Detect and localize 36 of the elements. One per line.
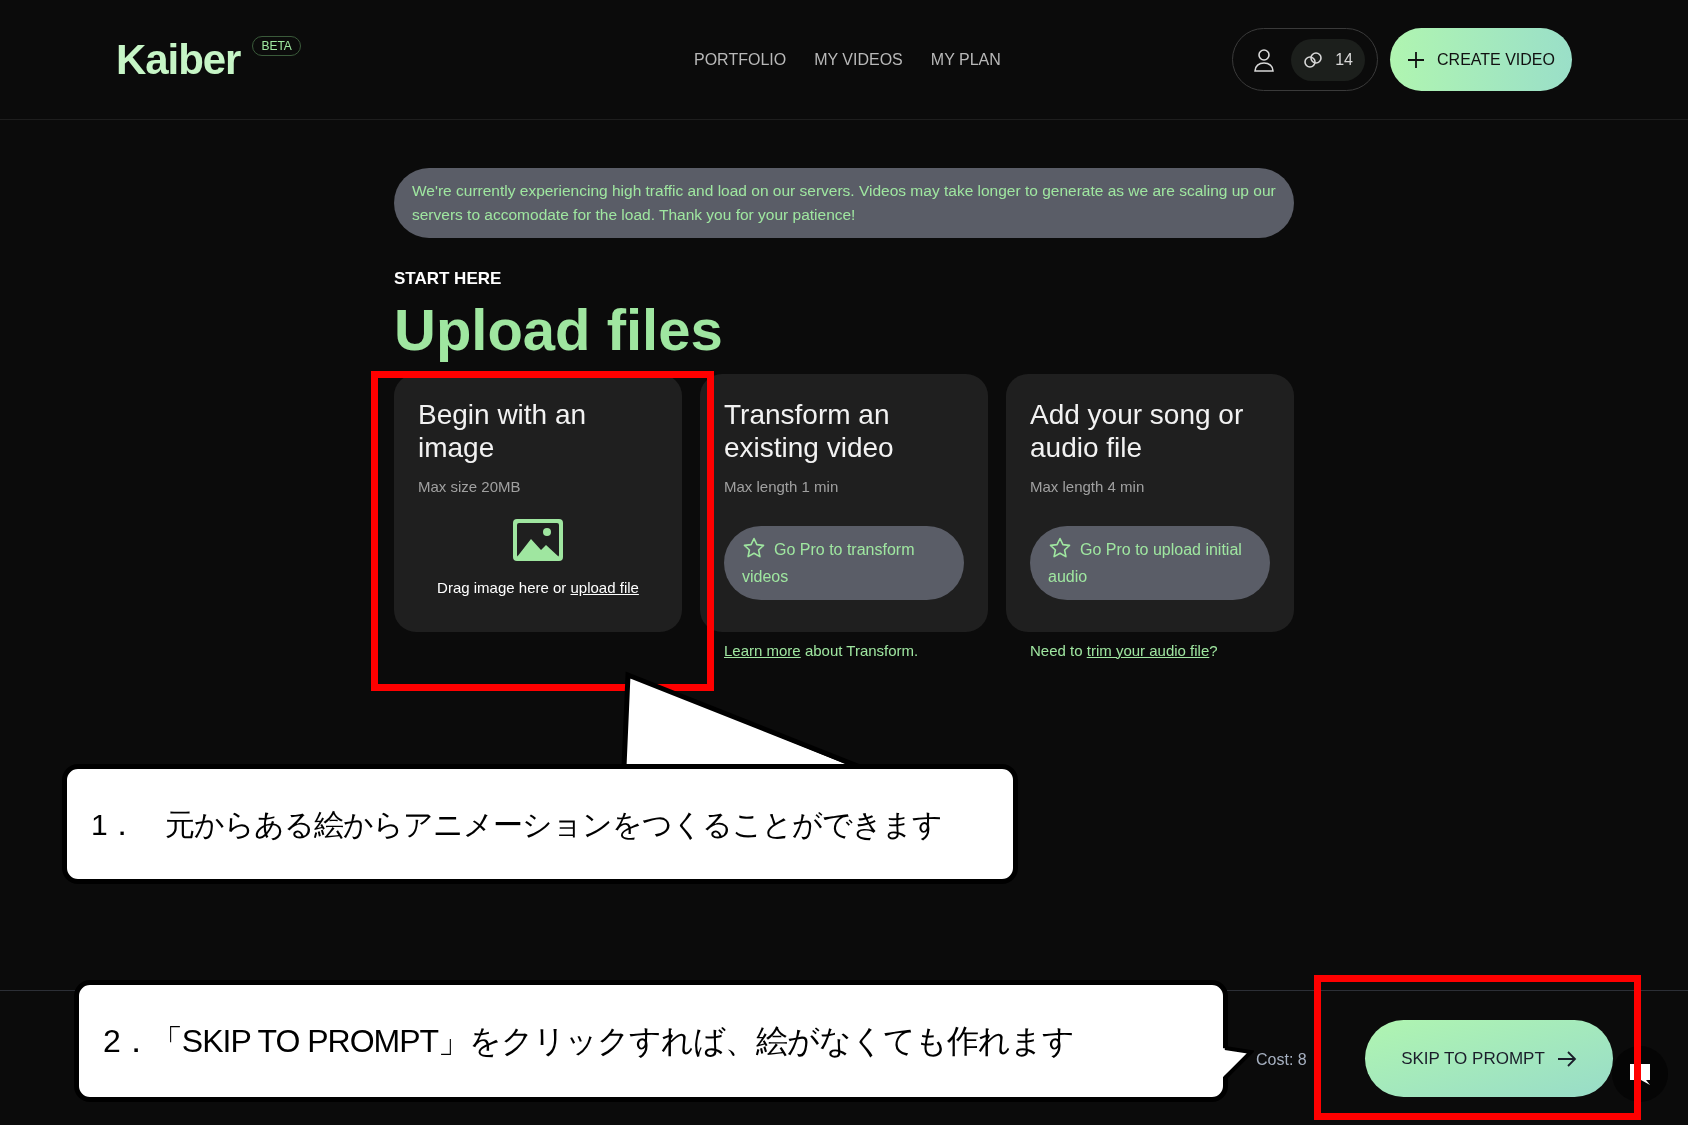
chat-icon xyxy=(1628,1062,1652,1086)
card-title: Begin with an image xyxy=(418,397,588,464)
star-icon xyxy=(742,536,766,560)
go-pro-button[interactable]: Go Pro to upload initial audio xyxy=(1030,526,1270,600)
go-pro-button[interactable]: Go Pro to transform videos xyxy=(724,526,964,600)
footnote-link[interactable]: Learn more xyxy=(724,641,801,659)
card-subtitle: Max length 1 min xyxy=(724,476,840,497)
nav-link[interactable]: MY VIDEOS xyxy=(814,48,903,72)
card-title: Add your song or audio file xyxy=(1030,397,1245,464)
nav-link[interactable]: PORTFOLIO xyxy=(694,48,787,72)
callout-text: 2．「SKIP TO PROMPT」をクリックすれば、絵がなくても作れます xyxy=(103,1022,1075,1061)
page-title: Upload files xyxy=(394,295,724,364)
user-icon[interactable] xyxy=(1253,47,1276,72)
drop-hint: Drag image here or upload file xyxy=(437,578,639,598)
traffic-notice: We're currently experiencing high traffic and load on our servers. Videos may take longer to generate as we are scaling up our servers to accomodate for the load. Thank you for your patience! xyxy=(394,168,1294,238)
plus-icon xyxy=(1407,50,1425,69)
card-title: Transform an existing video xyxy=(724,397,895,464)
logo[interactable]: Kaiber xyxy=(116,28,241,91)
image-icon xyxy=(513,519,563,561)
callout-text: 1． 元からある絵からアニメーションをつくることができます xyxy=(91,806,942,843)
nav-link[interactable]: MY PLAN xyxy=(930,48,1001,72)
cost-label: Cost: 8 xyxy=(1256,1050,1307,1070)
credits-count: 14 xyxy=(1335,49,1353,70)
arrow-right-icon xyxy=(1556,1050,1577,1067)
star-icon xyxy=(1048,536,1072,560)
skip-to-prompt-button[interactable]: SKIP TO PROMPT xyxy=(1365,1020,1613,1097)
card-subtitle: Max length 4 min xyxy=(1030,476,1146,497)
link-icon xyxy=(1303,49,1324,70)
card-footnote: Need to trim your audio file? xyxy=(1029,640,1219,661)
card-subtitle: Max size 20MB xyxy=(418,476,522,497)
footnote-link[interactable]: trim your audio file xyxy=(1086,641,1210,659)
section-eyebrow: START HERE xyxy=(394,268,503,290)
create-video-button[interactable]: CREATE VIDEO xyxy=(1390,28,1572,91)
card-footnote: Learn more about Transform. xyxy=(723,640,920,661)
upload-file-link[interactable]: upload file xyxy=(570,579,639,596)
credits-badge[interactable]: 14 xyxy=(1291,38,1365,81)
